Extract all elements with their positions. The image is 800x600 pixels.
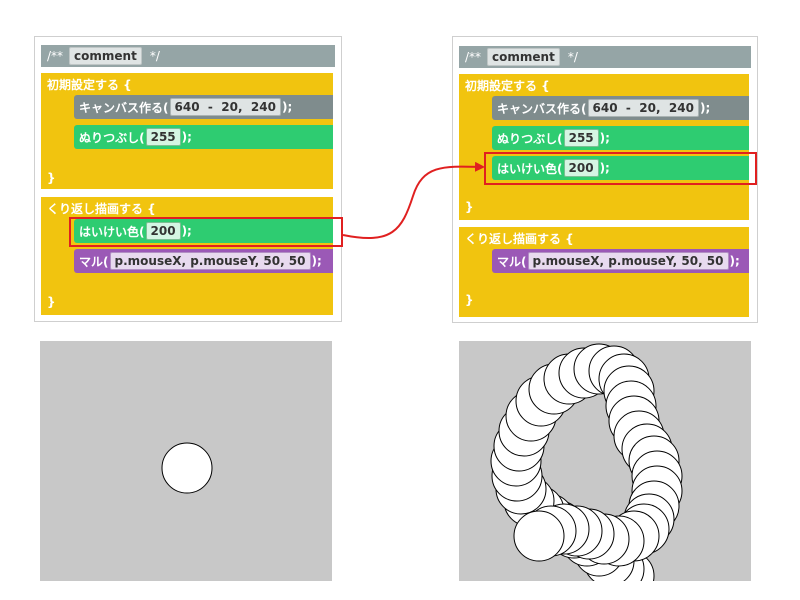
fill-arg[interactable]: 255 — [145, 128, 181, 146]
fill-statement[interactable]: ぬりつぶし( 255 ); — [492, 126, 749, 150]
right-code-panel: /** comment */ 初期設定する { キャンバス作る( 640 - 2… — [452, 36, 758, 323]
fill-func-name: ぬりつぶし( — [497, 131, 563, 146]
draw-label: くり返し描画する { — [465, 232, 574, 246]
ellipse-statement[interactable]: マル( p.mouseX, p.mouseY, 50, 50 ); — [74, 249, 333, 273]
canvas-func-name: キャンバス作る( — [497, 101, 587, 116]
canvas-arg3: 240 — [668, 101, 694, 115]
comment-block[interactable]: /** comment */ — [41, 45, 335, 67]
left-canvas-drawing — [161, 442, 213, 494]
source-highlight-box — [69, 217, 343, 247]
right-output-canvas[interactable] — [459, 341, 751, 581]
left-output-canvas[interactable] — [40, 341, 332, 581]
canvas-op: - — [625, 101, 631, 115]
create-canvas-statement[interactable]: キャンバス作る( 640 - 20, 240 ); — [492, 96, 749, 120]
comment-block[interactable]: /** comment */ — [459, 46, 751, 68]
setup-label: 初期設定する { — [465, 79, 550, 93]
draw-block[interactable]: くり返し描画する { はいけい色( 200 ); マル( p.mouseX, p… — [41, 197, 333, 315]
canvas-width-arg[interactable]: 640 - 20, 240 — [169, 98, 281, 116]
canvas-arg3: 240 — [250, 100, 276, 114]
trail-circle — [513, 510, 565, 562]
left-code-panel: /** comment */ 初期設定する { キャンバス作る( 640 - 2… — [34, 36, 343, 322]
ellipse-end: ); — [729, 254, 740, 268]
ellipse-args[interactable]: p.mouseX, p.mouseY, 50, 50 — [527, 252, 729, 270]
target-highlight-box — [484, 152, 757, 185]
setup-close: } — [47, 171, 56, 185]
create-canvas-statement[interactable]: キャンバス作る( 640 - 20, 240 ); — [74, 95, 333, 119]
fill-arg[interactable]: 255 — [563, 129, 599, 147]
comment-open: /** — [47, 49, 64, 63]
canvas-arg2: 20, — [221, 100, 243, 114]
right-canvas-drawing — [490, 343, 683, 581]
draw-close: } — [47, 295, 56, 309]
canvas-arg2: 20, — [639, 101, 661, 115]
canvas-arg1: 640 — [174, 100, 200, 114]
comment-close: */ — [149, 49, 160, 63]
ellipse-func-name: マル( — [79, 254, 109, 269]
canvas-op: - — [207, 100, 213, 114]
canvas-arg1: 640 — [592, 101, 618, 115]
ellipse-statement[interactable]: マル( p.mouseX, p.mouseY, 50, 50 ); — [492, 249, 749, 273]
single-circle — [161, 442, 213, 494]
draw-block[interactable]: くり返し描画する { マル( p.mouseX, p.mouseY, 50, 5… — [459, 227, 749, 317]
draw-label: くり返し描画する { — [47, 202, 156, 216]
canvas-func-name: キャンバス作る( — [79, 100, 169, 115]
comment-close: */ — [567, 50, 578, 64]
comment-word[interactable]: comment — [69, 47, 142, 65]
fill-func-name: ぬりつぶし( — [79, 130, 145, 145]
fill-statement[interactable]: ぬりつぶし( 255 ); — [74, 125, 333, 149]
setup-close: } — [465, 200, 474, 214]
setup-block[interactable]: 初期設定する { キャンバス作る( 640 - 20, 240 ); ぬりつぶし… — [459, 74, 749, 220]
ellipse-args[interactable]: p.mouseX, p.mouseY, 50, 50 — [109, 252, 311, 270]
canvas-end: ); — [699, 101, 711, 115]
comment-open: /** — [465, 50, 482, 64]
canvas-width-arg[interactable]: 640 - 20, 240 — [587, 99, 699, 117]
ellipse-func-name: マル( — [497, 254, 527, 269]
setup-block[interactable]: 初期設定する { キャンバス作る( 640 - 20, 240 ); ぬりつぶし… — [41, 73, 333, 189]
draw-close: } — [465, 293, 474, 307]
fill-end: ); — [181, 130, 192, 144]
fill-end: ); — [599, 131, 610, 145]
canvas-end: ); — [281, 100, 293, 114]
setup-label: 初期設定する { — [47, 78, 132, 92]
ellipse-end: ); — [311, 254, 322, 268]
comment-word[interactable]: comment — [487, 48, 560, 66]
